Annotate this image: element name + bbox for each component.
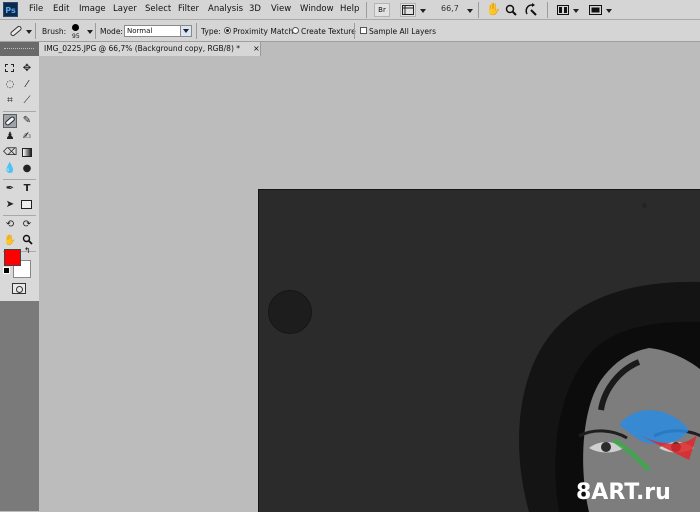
tools-panel-header[interactable] <box>0 42 39 56</box>
options-bar: Brush: 95 Mode: Normal Type: Proximity M… <box>0 20 700 42</box>
document-tab-title: IMG_0225.JPG @ 66,7% (Background copy, R… <box>44 44 240 53</box>
dodge-tool-icon[interactable]: ● <box>20 162 34 176</box>
menu-layer[interactable]: Layer <box>113 4 137 14</box>
spot-healing-brush-tool-icon[interactable] <box>3 114 17 128</box>
zoom-dropdown-icon[interactable] <box>467 9 473 13</box>
sample-all-layers-checkbox[interactable] <box>360 27 367 34</box>
menu-window[interactable]: Window <box>300 4 334 14</box>
arrange-dropdown-icon[interactable] <box>573 9 579 13</box>
healing-brush-cursor <box>268 290 312 334</box>
3d-orbit-tool-icon[interactable]: ⟳ <box>20 218 34 232</box>
quick-mask-button[interactable] <box>12 283 26 294</box>
brush-tool-icon[interactable]: ✎ <box>20 114 34 128</box>
pen-tool-icon[interactable]: ✒ <box>3 182 17 196</box>
view-extras-button[interactable] <box>400 3 416 17</box>
arrange-documents-icon[interactable] <box>557 5 569 15</box>
proximity-match-radio[interactable] <box>224 27 231 34</box>
crop-tool-icon[interactable]: ⌗ <box>3 94 17 108</box>
mode-select-value: Normal <box>127 27 153 35</box>
hand-tool-icon[interactable]: ✋ <box>3 234 17 248</box>
zoom-icon[interactable] <box>505 4 517 16</box>
magic-wand-tool-icon[interactable]: ⁄ <box>20 78 34 92</box>
canvas-area[interactable] <box>39 56 700 512</box>
rectangle-tool-icon[interactable] <box>20 198 34 212</box>
view-extras-icon <box>402 5 414 15</box>
eraser-tool-icon[interactable]: ⌫ <box>3 146 17 160</box>
view-extras-dropdown-icon[interactable] <box>420 9 426 13</box>
menubar-separator <box>478 2 479 18</box>
lasso-tool-icon[interactable]: ◌ <box>3 78 17 92</box>
mode-select[interactable]: Normal <box>124 25 192 37</box>
menu-image[interactable]: Image <box>79 4 106 14</box>
path-selection-tool-icon[interactable]: ➤ <box>3 198 17 212</box>
watermark-label: 8ART.ru <box>576 480 671 505</box>
dust-spot <box>642 203 647 208</box>
toolbox-separator <box>3 179 36 180</box>
brush-picker-dropdown-icon[interactable] <box>87 30 93 34</box>
bandage-icon <box>5 116 15 126</box>
screen-mode-icon[interactable] <box>589 5 602 15</box>
panel-grip-icon <box>4 48 34 51</box>
quick-mask-icon <box>15 286 23 293</box>
menu-select[interactable]: Select <box>145 4 171 14</box>
document-tab[interactable]: IMG_0225.JPG @ 66,7% (Background copy, R… <box>39 42 261 56</box>
chevron-down-icon <box>183 29 189 33</box>
toolbox-separator <box>3 111 36 112</box>
brush-size: 95 <box>72 33 80 40</box>
foreground-color-swatch[interactable] <box>4 249 21 266</box>
create-texture-label[interactable]: Create Texture <box>301 27 356 36</box>
default-colors-icon[interactable] <box>3 267 10 274</box>
menu-help[interactable]: Help <box>340 4 359 14</box>
blur-tool-icon[interactable]: 💧 <box>3 162 17 176</box>
close-tab-icon[interactable]: × <box>253 42 260 56</box>
type-label: Type: <box>201 27 221 36</box>
toolbox: ✥ ◌ ⁄ ⌗ ⟋ ✎ ♟ ✍ ⌫ 💧 ● ✒ T ➤ ⟲ ⟳ ✋ ↰ <box>0 56 39 301</box>
rotate-view-icon[interactable] <box>524 3 538 17</box>
brush-label: Brush: <box>42 27 67 36</box>
bridge-button[interactable]: Br <box>374 3 390 17</box>
eyedropper-tool-icon[interactable]: ⟋ <box>20 94 34 108</box>
sample-all-layers-label[interactable]: Sample All Layers <box>369 27 436 36</box>
menubar-separator <box>547 2 548 18</box>
tool-preset-icon[interactable] <box>9 24 23 38</box>
options-separator <box>95 23 96 39</box>
menu-3d[interactable]: 3D <box>249 4 261 14</box>
hand-icon[interactable]: ✋ <box>486 2 501 16</box>
menu-edit[interactable]: Edit <box>53 4 69 14</box>
photo-canvas[interactable] <box>258 189 700 512</box>
gradient-tool-icon[interactable] <box>20 146 34 160</box>
menu-filter[interactable]: Filter <box>178 4 199 14</box>
zoom-level[interactable]: 66,7 <box>441 4 459 13</box>
toolbox-separator <box>3 215 36 216</box>
proximity-match-label[interactable]: Proximity Match <box>233 27 293 36</box>
menu-file[interactable]: File <box>29 4 43 14</box>
options-separator <box>354 23 355 39</box>
options-separator <box>196 23 197 39</box>
options-separator <box>35 23 36 39</box>
menu-view[interactable]: View <box>271 4 291 14</box>
mode-label: Mode: <box>100 27 123 36</box>
marquee-tool-icon[interactable] <box>3 62 17 76</box>
screen-mode-dropdown-icon[interactable] <box>606 9 612 13</box>
type-tool-icon[interactable]: T <box>20 182 34 196</box>
menu-bar: Ps File Edit Image Layer Select Filter A… <box>0 0 700 20</box>
swap-colors-icon[interactable]: ↰ <box>24 246 31 255</box>
brush-preview-icon[interactable] <box>72 24 79 31</box>
history-brush-tool-icon[interactable]: ✍ <box>20 130 34 144</box>
move-tool-icon[interactable]: ✥ <box>20 62 34 76</box>
clone-stamp-tool-icon[interactable]: ♟ <box>3 130 17 144</box>
photoshop-logo[interactable]: Ps <box>3 2 18 17</box>
menu-analysis[interactable]: Analysis <box>208 4 243 14</box>
tool-preset-dropdown-icon[interactable] <box>26 30 32 34</box>
create-texture-radio[interactable] <box>292 27 299 34</box>
magnifier-icon <box>22 234 33 245</box>
mode-select-arrow[interactable] <box>180 26 191 36</box>
portrait-image <box>519 281 700 512</box>
3d-rotate-tool-icon[interactable]: ⟲ <box>3 218 17 232</box>
document-tab-bar: IMG_0225.JPG @ 66,7% (Background copy, R… <box>39 42 700 56</box>
menubar-separator <box>366 2 367 18</box>
